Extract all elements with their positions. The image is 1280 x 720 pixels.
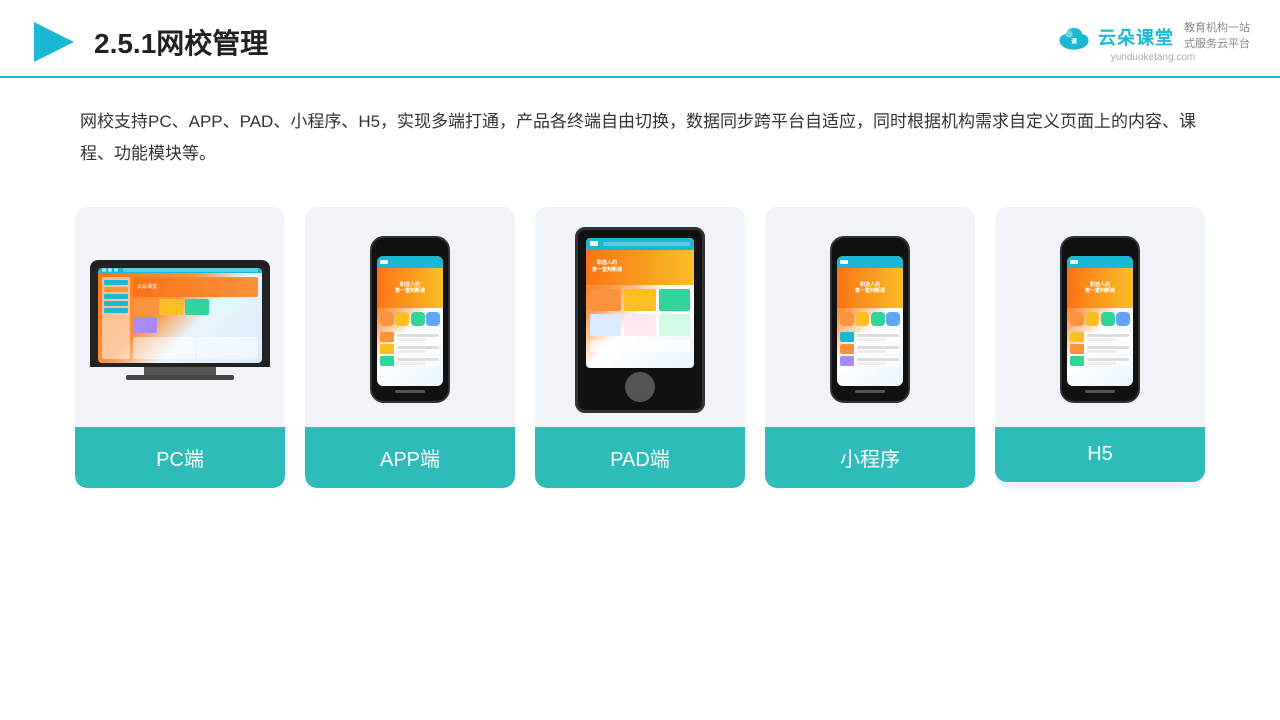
card-h5-label: H5 [995, 427, 1205, 482]
card-app-image: 职选人的第一堂判断课 [305, 207, 515, 427]
cloud-icon: 课 [1056, 23, 1092, 51]
card-h5: 职选人的第一堂判断课 [995, 207, 1205, 488]
logo-area: 课 云朵课堂 教育机构一站 式服务云平台 yunduoketang.com [1056, 21, 1250, 63]
description-text: 网校支持PC、APP、PAD、小程序、H5，实现多端打通，产品各终端自由切换，数… [80, 106, 1200, 171]
card-pad: 职选人的第一堂判断课 [535, 207, 745, 488]
tablet-pad: 职选人的第一堂判断课 [575, 227, 705, 413]
phone-app: 职选人的第一堂判断课 [370, 236, 450, 403]
card-pc-label: PC端 [75, 427, 285, 488]
logo-tagline2: 式服务云平台 [1184, 37, 1250, 52]
description: 网校支持PC、APP、PAD、小程序、H5，实现多端打通，产品各终端自由切换，数… [0, 78, 1280, 171]
card-pad-label: PAD端 [535, 427, 745, 488]
card-pad-image: 职选人的第一堂判断课 [535, 207, 745, 427]
phone-miniapp: 职选人的第一堂判断课 [830, 236, 910, 403]
card-h5-image: 职选人的第一堂判断课 [995, 207, 1205, 427]
phone-h5: 职选人的第一堂判断课 [1060, 236, 1140, 403]
logo-cloud: 课 云朵课堂 教育机构一站 式服务云平台 [1056, 21, 1250, 52]
cards-container: 云朵课堂 [0, 171, 1280, 488]
page-title: 2.5.1网校管理 [94, 22, 268, 62]
card-app-label: APP端 [305, 427, 515, 488]
card-miniapp-image: 职选人的第一堂判断课 [765, 207, 975, 427]
card-pc-image: 云朵课堂 [75, 207, 285, 427]
logo-url: yunduoketang.com [1111, 52, 1196, 63]
header: 2.5.1网校管理 课 云朵课堂 教育机构一站 式服务云平台 yunduoket… [0, 0, 1280, 78]
logo-text: 云朵课堂 [1098, 24, 1174, 50]
logo-tagline: 教育机构一站 [1184, 21, 1250, 36]
card-miniapp-label: 小程序 [765, 427, 975, 488]
card-miniapp: 职选人的第一堂判断课 [765, 207, 975, 488]
header-left: 2.5.1网校管理 [30, 18, 268, 66]
pc-monitor: 云朵课堂 [90, 260, 270, 380]
card-app: 职选人的第一堂判断课 [305, 207, 515, 488]
play-icon [30, 18, 78, 66]
card-pc: 云朵课堂 [75, 207, 285, 488]
